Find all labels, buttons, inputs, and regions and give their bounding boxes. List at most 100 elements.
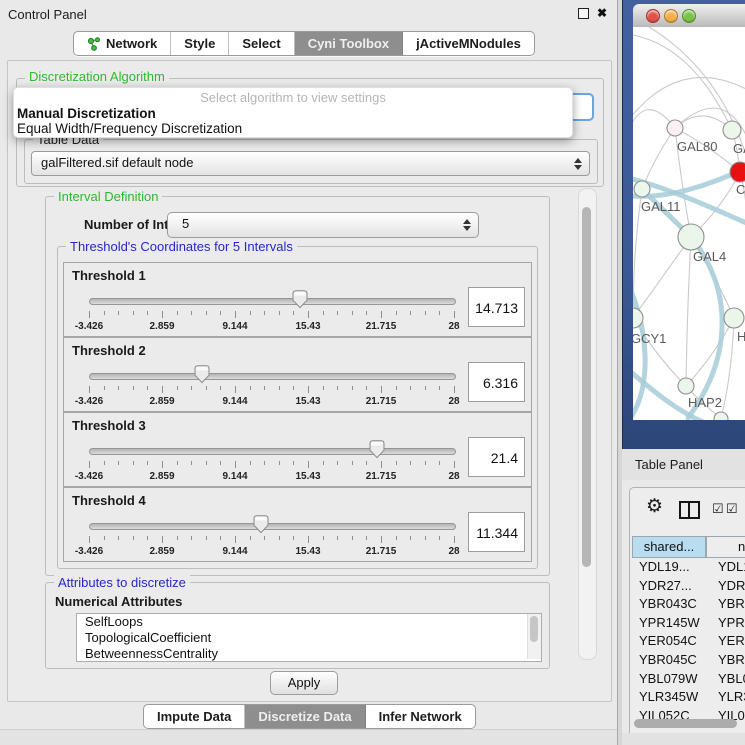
zoom-button[interactable] — [682, 9, 696, 23]
slider-tick — [439, 536, 440, 540]
network-node-node-partial[interactable] — [714, 412, 728, 420]
minimize-button[interactable] — [664, 9, 678, 23]
slider-tick — [89, 536, 90, 543]
slider-tick — [191, 536, 192, 540]
algorithm-option-manual-discretization[interactable]: Manual Discretization — [14, 106, 572, 121]
spinner-icon[interactable] — [574, 158, 581, 170]
slider-tick — [381, 386, 382, 393]
tab-network[interactable]: Network — [74, 32, 171, 55]
table-row[interactable]: YBL079WYBL0 — [632, 670, 745, 689]
numerical-attributes-list: SelfLoopsTopologicalCoefficientBetweenne… — [76, 613, 542, 662]
tab-jactivemnodules[interactable]: jActiveMNodules — [403, 32, 534, 55]
table-cell[interactable]: YBR045C — [632, 651, 706, 670]
table-cell[interactable]: YPR145W — [632, 614, 706, 633]
list-scrollbar[interactable] — [527, 614, 541, 659]
apply-button[interactable]: Apply — [270, 671, 338, 695]
network-window-titlebar[interactable] — [633, 4, 745, 28]
network-node-red-node[interactable] — [730, 162, 745, 182]
list-scrollbar-thumb[interactable] — [530, 616, 538, 642]
checkbox-icon[interactable]: ☑ — [726, 502, 738, 515]
slider-track[interactable] — [89, 373, 456, 380]
tab-infer-network[interactable]: Infer Network — [366, 705, 475, 728]
table-row[interactable]: YDL19...YDL1 — [632, 558, 745, 577]
table-row[interactable]: YPR145WYPR1 — [632, 614, 745, 633]
slider-tick — [279, 461, 280, 465]
slider-thumb[interactable] — [253, 515, 269, 534]
slider-tick — [177, 311, 178, 315]
gear-icon[interactable]: ⚙ — [646, 497, 663, 517]
number-of-intervals-combobox[interactable]: 5 — [167, 212, 479, 238]
column-header-shared-[interactable]: shared... — [632, 536, 706, 558]
table-cell[interactable]: YER0 — [706, 632, 745, 651]
slider-tick — [323, 461, 324, 465]
slider-thumb[interactable] — [369, 440, 385, 459]
network-node-hap2[interactable] — [678, 378, 694, 394]
table-data-combobox[interactable]: galFiltered.sif default node — [31, 151, 590, 176]
slider-tick-label: 15.43 — [295, 546, 320, 557]
column-header-na[interactable]: na — [706, 536, 745, 558]
network-node-ga[interactable] — [723, 121, 741, 139]
table-cell[interactable]: YDR2 — [706, 577, 745, 596]
table-cell[interactable]: YDL1 — [706, 558, 745, 577]
network-canvas[interactable]: GAL80GACGAL11GAL4GCY1HHAP2 — [633, 27, 745, 420]
close-icon[interactable]: ✖ — [597, 7, 610, 20]
table-cell[interactable]: YBL079W — [632, 670, 706, 689]
panel-scrollbar[interactable] — [578, 188, 597, 660]
split-pane-icon[interactable] — [679, 501, 700, 519]
slider-tick — [191, 311, 192, 315]
slider-tick — [337, 461, 338, 465]
tab-label: Network — [106, 36, 157, 51]
table-cell[interactable]: YPR1 — [706, 614, 745, 633]
slider-thumb[interactable] — [194, 365, 210, 384]
threshold-value-input[interactable]: 21.4 — [468, 437, 525, 477]
algorithm-option-equal-width-frequency-discretization[interactable]: Equal Width/Frequency Discretization — [14, 121, 572, 136]
network-edge — [642, 128, 675, 189]
spinner-icon[interactable] — [463, 219, 470, 231]
tab-select[interactable]: Select — [229, 32, 294, 55]
threshold-value-input[interactable]: 14.713 — [468, 287, 525, 327]
table-row[interactable]: YBR043CYBR0 — [632, 595, 745, 614]
slider-track[interactable] — [89, 298, 456, 305]
table-cell[interactable]: YDL19... — [632, 558, 706, 577]
checkbox-icon[interactable]: ☑ — [712, 502, 724, 515]
tab-impute-data[interactable]: Impute Data — [144, 705, 245, 728]
threshold-value-input[interactable]: 6.316 — [468, 362, 525, 402]
tab-discretize-data[interactable]: Discretize Data — [245, 705, 365, 728]
slider-tick — [439, 461, 440, 465]
slider-track[interactable] — [89, 523, 456, 530]
tab-style[interactable]: Style — [171, 32, 229, 55]
table-cell[interactable]: YBR043C — [632, 595, 706, 614]
threshold-label: Threshold 1 — [72, 268, 146, 283]
table-cell[interactable]: YDR27... — [632, 577, 706, 596]
network-node-h[interactable] — [724, 308, 744, 328]
network-node-gal11[interactable] — [634, 181, 650, 197]
table-row[interactable]: YBR045CYBR0 — [632, 651, 745, 670]
slider-tick — [264, 536, 265, 540]
table-cell[interactable]: YBL0 — [706, 670, 745, 689]
table-cell[interactable]: YBR0 — [706, 651, 745, 670]
table-row[interactable]: YLR345WYLR3 — [632, 688, 745, 707]
slider-tick — [162, 311, 163, 318]
table-cell[interactable]: YLR345W — [632, 688, 706, 707]
threshold-value-input[interactable]: 11.344 — [468, 512, 525, 552]
slider-track[interactable] — [89, 448, 456, 455]
table-cell[interactable]: YER054C — [632, 632, 706, 651]
slider-thumb[interactable] — [292, 290, 308, 309]
attribute-item-selfloops[interactable]: SelfLoops — [77, 614, 541, 630]
slider-tick-label: 28 — [448, 321, 459, 332]
float-window-icon[interactable] — [578, 7, 591, 20]
attribute-item-topologicalcoefficient[interactable]: TopologicalCoefficient — [77, 630, 541, 646]
tab-cyni-toolbox[interactable]: Cyni Toolbox — [295, 32, 403, 55]
table-h-scrollbar-thumb[interactable] — [634, 719, 737, 728]
network-node-gal80[interactable] — [667, 120, 683, 136]
table-header: shared...na — [632, 536, 745, 558]
network-node-gal4[interactable] — [678, 224, 704, 250]
close-button[interactable] — [646, 9, 660, 23]
table-cell[interactable]: YLR3 — [706, 688, 745, 707]
table-cell[interactable]: YBR0 — [706, 595, 745, 614]
table-row[interactable]: YER054CYER0 — [632, 632, 745, 651]
attribute-item-betweennesscentrality[interactable]: BetweennessCentrality — [77, 646, 541, 662]
table-h-scrollbar[interactable] — [634, 719, 745, 728]
table-row[interactable]: YDR27...YDR2 — [632, 577, 745, 596]
panel-scrollbar-thumb[interactable] — [582, 207, 591, 567]
